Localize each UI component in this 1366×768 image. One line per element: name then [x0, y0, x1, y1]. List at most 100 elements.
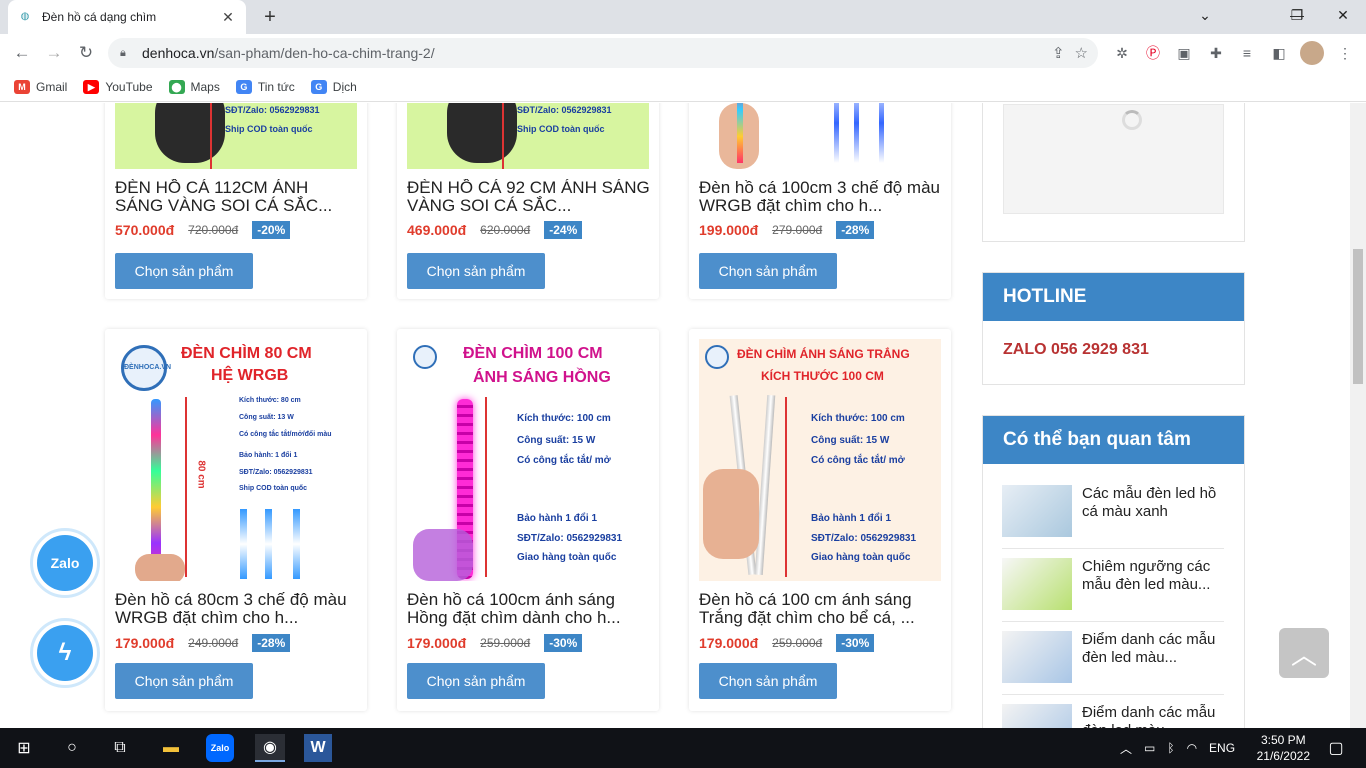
bookmark-translate[interactable]: G Dịch: [310, 79, 357, 94]
product-image[interactable]: ĐÈN CHÌM ÁNH SÁNG TRẮNG KÍCH THƯỚC 100 C…: [699, 339, 941, 581]
tab-search-icon[interactable]: ⌄: [1182, 0, 1228, 30]
product-prices: 179.000đ 249.000đ -28%: [115, 634, 291, 652]
reload-icon[interactable]: ↻: [72, 39, 100, 67]
bookmark-gmail[interactable]: M Gmail: [14, 79, 67, 94]
extensions-puzzle-icon[interactable]: ✚: [1204, 41, 1228, 65]
image-text: KÍCH THƯỚC 100 CM: [761, 369, 884, 383]
hotline-number[interactable]: ZALO 056 2929 831: [983, 321, 1244, 379]
bookmark-star-icon[interactable]: ☆: [1075, 44, 1088, 62]
select-product-button[interactable]: Chọn sản phẩm: [115, 663, 253, 699]
image-text: Ship COD toàn quốc: [517, 124, 605, 134]
related-thumbnail[interactable]: [1002, 558, 1072, 610]
product-prices: 179.000đ 259.000đ -30%: [699, 634, 875, 652]
menu-dots-icon[interactable]: ⋮: [1333, 41, 1357, 65]
messenger-chat-button[interactable]: ϟ: [30, 618, 100, 688]
bookmark-label: Tin tức: [257, 79, 295, 94]
bookmark-youtube[interactable]: ▶ YouTube: [83, 79, 153, 94]
product-name[interactable]: Đèn hồ cá 100cm 3 chế độ màu WRGB đặt ch…: [699, 179, 945, 215]
bookmark-news[interactable]: G Tin tức: [235, 79, 295, 94]
task-view-icon[interactable]: ⧉: [106, 734, 134, 762]
search-icon[interactable]: ○: [58, 734, 86, 762]
word-icon[interactable]: W: [304, 734, 332, 762]
product-image[interactable]: SĐT/Zalo: 0562929831 Ship COD toàn quốc: [115, 103, 357, 169]
windows-start-icon[interactable]: ⊞: [10, 734, 38, 762]
restore-button[interactable]: ❐: [1274, 0, 1320, 30]
forward-icon[interactable]: →: [40, 39, 68, 67]
wifi-icon[interactable]: ◠: [1187, 741, 1197, 755]
select-product-button[interactable]: Chọn sản phẩm: [699, 663, 837, 699]
select-product-button[interactable]: Chọn sản phẩm: [407, 663, 545, 699]
address-bar[interactable]: 🔒︎ denhoca.vn/san-pham/den-ho-ca-chim-tr…: [108, 38, 1098, 68]
file-explorer-icon[interactable]: ▬: [157, 734, 185, 762]
related-item-title[interactable]: Điểm danh các mẫu đèn led màu...: [1082, 704, 1224, 728]
scroll-to-top-button[interactable]: ︿: [1279, 628, 1329, 678]
back-icon[interactable]: ←: [8, 39, 36, 67]
product-name[interactable]: Đèn hồ cá 80cm 3 chế độ màu WRGB đặt chì…: [115, 591, 361, 627]
product-card[interactable]: SĐT/Zalo: 0562929831 Ship COD toàn quốc …: [105, 103, 367, 299]
mail-extension-icon[interactable]: ▣: [1172, 41, 1196, 65]
original-price: 259.000đ: [772, 636, 823, 650]
reading-list-icon[interactable]: ≡: [1235, 41, 1259, 65]
related-item[interactable]: Điểm danh các mẫu đèn led màu...: [1002, 631, 1224, 683]
select-product-button[interactable]: Chọn sản phẩm: [407, 253, 545, 289]
zalo-app-icon[interactable]: Zalo: [206, 734, 234, 762]
product-name[interactable]: ĐÈN HỒ CÁ 92 CM ÁNH SÁNG VÀNG SOI CÁ SẮC…: [407, 179, 653, 215]
image-text: SĐT/Zalo: 0562929831: [239, 469, 313, 476]
clock[interactable]: 3:50 PM 21/6/2022: [1257, 732, 1310, 764]
product-prices: 570.000đ 720.000đ -20%: [115, 221, 291, 239]
product-name[interactable]: ĐÈN HỒ CÁ 112CM ÁNH SÁNG VÀNG SOI CÁ SẮC…: [115, 179, 361, 215]
clock-time: 3:50 PM: [1260, 733, 1306, 747]
related-thumbnail[interactable]: [1002, 485, 1072, 537]
image-text: Công suất: 15 W: [811, 435, 890, 446]
brand-logo: ĐÈNHOCA.VN: [121, 345, 171, 391]
image-text: Giao hàng toàn quốc: [517, 552, 617, 563]
image-text: SĐT/Zalo: 0562929831: [811, 533, 917, 544]
related-item-title[interactable]: Điểm danh các mẫu đèn led màu...: [1082, 631, 1224, 667]
product-card[interactable]: Đèn hồ cá 100cm 3 chế độ màu WRGB đặt ch…: [689, 103, 951, 299]
product-name[interactable]: Đèn hồ cá 100cm ánh sáng Hồng đặt chìm d…: [407, 591, 653, 627]
zalo-chat-button[interactable]: Zalo: [30, 528, 100, 598]
related-item[interactable]: Điểm danh các mẫu đèn led màu...: [1002, 704, 1224, 728]
pinterest-icon[interactable]: Ⓟ: [1141, 41, 1165, 65]
image-text: Bảo hành: 1 đổi 1: [239, 452, 298, 459]
related-thumbnail[interactable]: [1002, 631, 1072, 683]
related-item-title[interactable]: Các mẫu đèn led hồ cá màu xanh: [1082, 485, 1224, 521]
related-item[interactable]: Các mẫu đèn led hồ cá màu xanh: [1002, 485, 1224, 537]
related-item-title[interactable]: Chiêm ngưỡng các mẫu đèn led màu...: [1082, 558, 1224, 594]
product-name[interactable]: Đèn hồ cá 100 cm ánh sáng Trắng đặt chìm…: [699, 591, 945, 627]
image-text: ĐÈN CHÌM 80 CM: [181, 345, 312, 362]
chrome-icon[interactable]: ◉: [255, 734, 285, 762]
product-image[interactable]: ĐÈNHOCA.VN ĐÈN CHÌM 80 CM HỆ WRGB 80 cm …: [115, 339, 357, 581]
spinner-icon: [1122, 110, 1142, 130]
bluetooth-icon[interactable]: ᛒ: [1167, 741, 1174, 755]
page-scrollbar[interactable]: [1350, 103, 1366, 728]
related-thumbnail[interactable]: [1002, 704, 1072, 728]
select-product-button[interactable]: Chọn sản phẩm: [699, 253, 837, 289]
translate-icon: G: [310, 79, 327, 94]
extension-gear-icon[interactable]: ✲: [1110, 41, 1134, 65]
product-card[interactable]: ĐÈNHOCA.VN ĐÈN CHÌM 80 CM HỆ WRGB 80 cm …: [105, 329, 367, 711]
product-card[interactable]: SĐT/Zalo: 0562929831 Ship COD toàn quốc …: [397, 103, 659, 299]
product-image[interactable]: SĐT/Zalo: 0562929831 Ship COD toàn quốc: [407, 103, 649, 169]
new-tab-button[interactable]: +: [258, 5, 282, 29]
product-card[interactable]: ĐÈN CHÌM 100 CM ÁNH SÁNG HỒNG Kích thước…: [397, 329, 659, 711]
bookmark-maps[interactable]: ⬤ Maps: [168, 79, 220, 94]
related-item[interactable]: Chiêm ngưỡng các mẫu đèn led màu...: [1002, 558, 1224, 610]
close-window-button[interactable]: ✕: [1320, 0, 1366, 30]
battery-icon[interactable]: ▭: [1144, 741, 1155, 755]
product-image[interactable]: [699, 103, 941, 169]
select-product-button[interactable]: Chọn sản phẩm: [115, 253, 253, 289]
scrollbar-thumb[interactable]: [1353, 249, 1363, 384]
image-text: Ship COD toàn quốc: [225, 124, 313, 134]
language-indicator[interactable]: ENG: [1209, 741, 1235, 755]
browser-tab[interactable]: ◍ Đèn hồ cá dạng chìm ✕: [8, 0, 246, 34]
product-card[interactable]: ĐÈN CHÌM ÁNH SÁNG TRẮNG KÍCH THƯỚC 100 C…: [689, 329, 951, 711]
side-panel-icon[interactable]: ◧: [1267, 41, 1291, 65]
profile-avatar[interactable]: [1300, 41, 1324, 65]
share-icon[interactable]: ⇪: [1052, 44, 1065, 62]
divider: [1002, 694, 1224, 695]
notification-icon[interactable]: ▢: [1322, 734, 1350, 762]
product-image[interactable]: ĐÈN CHÌM 100 CM ÁNH SÁNG HỒNG Kích thước…: [407, 339, 649, 581]
tab-close-icon[interactable]: ✕: [220, 9, 236, 26]
tray-chevron-icon[interactable]: ︿: [1120, 740, 1132, 757]
